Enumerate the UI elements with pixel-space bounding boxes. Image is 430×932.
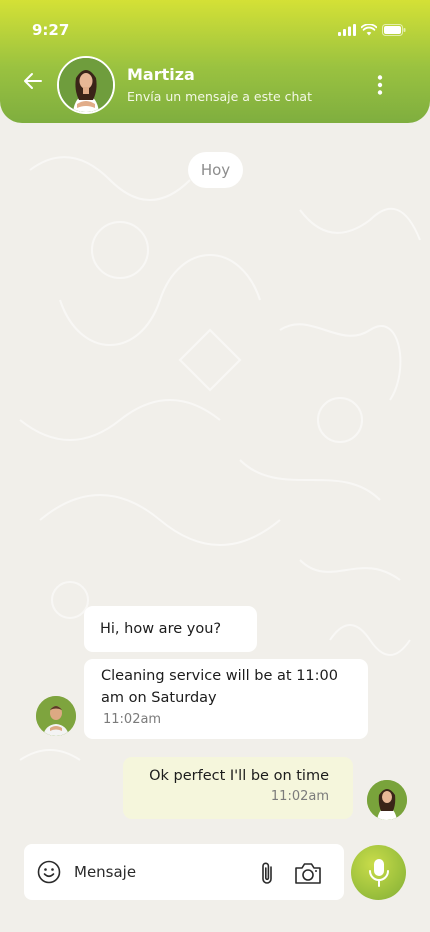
sender-avatar[interactable] — [36, 696, 76, 736]
contact-name[interactable]: Martiza — [127, 65, 195, 84]
message-time: 11:02am — [103, 712, 162, 727]
message-text: Hi, how are you? — [100, 621, 222, 637]
signal-icon — [338, 24, 356, 36]
microphone-icon — [368, 858, 389, 887]
contact-avatar[interactable] — [57, 56, 115, 114]
voice-record-button[interactable] — [351, 845, 406, 900]
wifi-icon — [361, 24, 377, 36]
chat-header: 9:27 Martiza Envía un mensaje a este cha… — [0, 0, 430, 123]
more-vertical-icon[interactable] — [372, 74, 388, 96]
date-separator: Hoy — [188, 152, 243, 188]
message-time: 11:02am — [270, 789, 329, 804]
incoming-message[interactable]: Hi, how are you? — [84, 606, 257, 652]
incoming-message[interactable]: Cleaning service will be at 11:00 am on … — [84, 659, 368, 739]
woman-avatar-image — [59, 58, 113, 112]
my-avatar[interactable] — [367, 780, 407, 820]
status-icons — [338, 24, 406, 36]
outgoing-message[interactable]: Ok perfect I'll be on time 11:02am — [123, 757, 353, 819]
message-composer — [24, 844, 344, 900]
message-text: Cleaning service will be at 11:00 am on … — [101, 668, 338, 706]
woman-avatar-image — [367, 780, 407, 820]
contact-subtitle: Envía un mensaje a este chat — [127, 89, 312, 104]
man-avatar-image — [36, 696, 76, 736]
paperclip-icon[interactable] — [256, 860, 278, 886]
message-text: Ok perfect I'll be on time — [149, 768, 329, 784]
emoji-icon[interactable] — [37, 860, 61, 884]
camera-icon[interactable] — [293, 860, 323, 886]
back-arrow-icon[interactable] — [22, 70, 44, 92]
status-time: 9:27 — [32, 21, 70, 39]
message-input[interactable] — [74, 860, 244, 884]
battery-icon — [382, 24, 406, 36]
